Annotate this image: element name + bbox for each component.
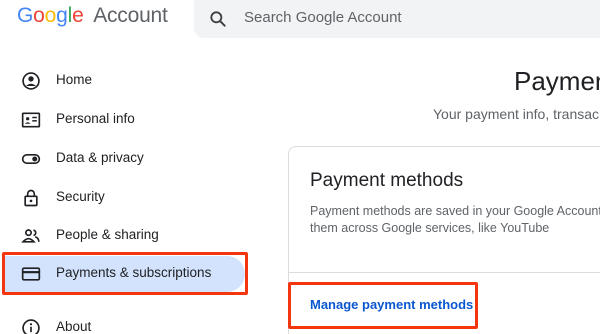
card-description: Payment methods are saved in your Google… bbox=[310, 203, 600, 237]
sidebar-item-security[interactable]: Security bbox=[0, 180, 245, 216]
card-description-line: them across Google services, like YouTub… bbox=[310, 221, 550, 235]
card-description-line: Payment methods are saved in your Google… bbox=[310, 204, 600, 218]
logo-letter: o bbox=[33, 4, 45, 27]
product-name: Account bbox=[93, 4, 168, 27]
people-icon bbox=[21, 229, 40, 243]
id-card-icon bbox=[21, 112, 41, 128]
sidebar-item-people-sharing[interactable]: People & sharing bbox=[0, 218, 245, 254]
annotation-highlight-box bbox=[2, 252, 248, 295]
info-icon bbox=[22, 319, 40, 334]
sidebar-item-about[interactable]: About bbox=[0, 310, 245, 334]
card-divider bbox=[289, 272, 600, 273]
toggle-icon bbox=[21, 154, 41, 164]
search-input[interactable]: Search Google Account bbox=[244, 9, 402, 26]
lock-icon bbox=[24, 189, 38, 207]
sidebar-item-label: Security bbox=[56, 189, 105, 204]
sidebar-item-personal-info[interactable]: Personal info bbox=[0, 102, 245, 138]
search-icon[interactable] bbox=[208, 9, 228, 29]
logo-letter: g bbox=[56, 4, 68, 27]
account-circle-icon bbox=[22, 72, 40, 90]
header: Google Account Search Google Account bbox=[0, 0, 600, 40]
sidebar-item-label: People & sharing bbox=[56, 227, 159, 242]
logo-letter: G bbox=[17, 4, 34, 27]
search-bar[interactable]: Search Google Account bbox=[194, 0, 600, 38]
card-title: Payment methods bbox=[310, 170, 464, 191]
page-title: Paymen bbox=[514, 66, 600, 96]
sidebar-item-home[interactable]: Home bbox=[0, 63, 245, 99]
sidebar-item-label: Home bbox=[56, 72, 93, 87]
sidebar-item-label: About bbox=[56, 319, 92, 334]
sidebar-item-label: Personal info bbox=[56, 111, 135, 126]
google-account-logo[interactable]: Google Account bbox=[17, 4, 168, 28]
page-subtitle: Your payment info, transac bbox=[433, 106, 600, 122]
sidebar-item-data-privacy[interactable]: Data & privacy bbox=[0, 141, 245, 177]
logo-letter: e bbox=[72, 4, 84, 27]
logo-letter: o bbox=[44, 4, 57, 27]
sidebar-item-label: Data & privacy bbox=[56, 150, 144, 165]
google-logo: Google bbox=[17, 4, 89, 27]
annotation-highlight-box bbox=[288, 282, 478, 329]
